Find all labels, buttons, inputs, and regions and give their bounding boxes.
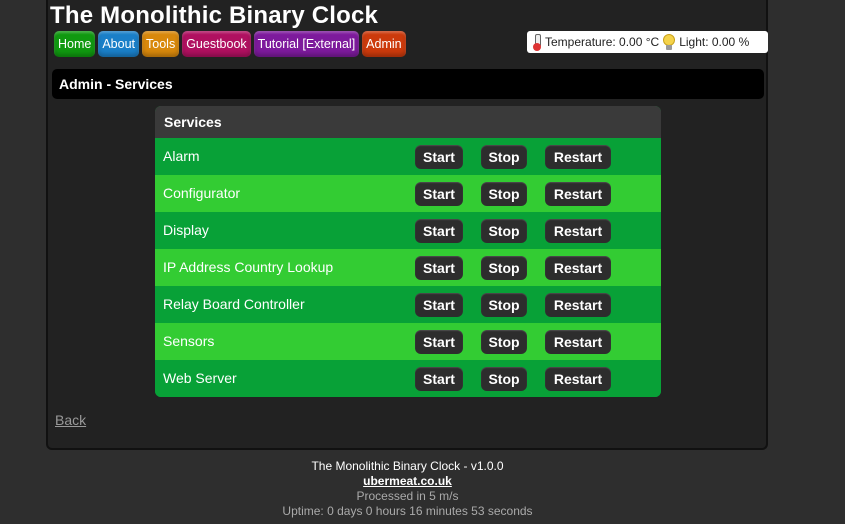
service-name: Relay Board Controller [163,296,305,312]
nav-tools-button[interactable]: Tools [142,31,180,57]
service-row: Alarm Start Stop Restart [155,138,661,175]
app-title: The Monolithic Binary Clock [50,2,379,29]
sensor-readout: Temperature: 0.00 °C Light: 0.00 % [527,31,768,53]
start-button[interactable]: Start [415,182,463,206]
services-panel-heading: Services [155,106,661,138]
services-panel: Services Alarm Start Stop Restart Configurat… [155,106,661,397]
nav-about-button[interactable]: About [98,31,140,57]
page-title: Admin - Services [52,69,764,99]
service-row: Web Server Start Stop Restart [155,360,661,397]
service-name: IP Address Country Lookup [163,259,334,275]
restart-button[interactable]: Restart [545,367,611,391]
footer-processed: Processed in 5 m/s [356,489,459,503]
nav-tutorial-button[interactable]: Tutorial [External] [253,31,360,57]
service-name: Display [163,222,209,238]
nav-guestbook-button[interactable]: Guestbook [182,31,251,57]
restart-button[interactable]: Restart [545,256,611,280]
restart-button[interactable]: Restart [545,293,611,317]
restart-button[interactable]: Restart [545,182,611,206]
start-button[interactable]: Start [415,367,463,391]
service-name: Alarm [163,148,200,164]
main-nav: Home About Tools Guestbook Tutorial [Ext… [54,31,406,57]
nav-home-button[interactable]: Home [54,31,96,57]
service-name: Sensors [163,333,215,349]
stop-button[interactable]: Stop [481,219,527,243]
service-row: Display Start Stop Restart [155,212,661,249]
footer: The Monolithic Binary Clock - v1.0.0 ube… [0,459,815,519]
lightbulb-icon [663,34,676,50]
start-button[interactable]: Start [415,145,463,169]
footer-version: The Monolithic Binary Clock - v1.0.0 [311,459,504,473]
stop-button[interactable]: Stop [481,330,527,354]
service-row: Sensors Start Stop Restart [155,323,661,360]
thermometer-icon [533,34,541,51]
restart-button[interactable]: Restart [545,330,611,354]
stop-button[interactable]: Stop [481,293,527,317]
start-button[interactable]: Start [415,219,463,243]
service-name: Web Server [163,370,237,386]
start-button[interactable]: Start [415,293,463,317]
stop-button[interactable]: Stop [481,256,527,280]
start-button[interactable]: Start [415,256,463,280]
temperature-value: Temperature: 0.00 °C [545,35,660,49]
start-button[interactable]: Start [415,330,463,354]
service-row: Relay Board Controller Start Stop Restart [155,286,661,323]
service-row: IP Address Country Lookup Start Stop Restar… [155,249,661,286]
service-name: Configurator [163,185,241,201]
restart-button[interactable]: Restart [545,219,611,243]
back-link[interactable]: Back [55,412,86,428]
light-value: Light: 0.00 % [679,35,750,49]
footer-uptime: Uptime: 0 days 0 hours 16 minutes 53 sec… [282,504,533,518]
nav-admin-button[interactable]: Admin [362,31,406,57]
stop-button[interactable]: Stop [481,367,527,391]
stop-button[interactable]: Stop [481,182,527,206]
restart-button[interactable]: Restart [545,145,611,169]
stop-button[interactable]: Stop [481,145,527,169]
footer-site-link[interactable]: ubermeat.co.uk [363,474,452,489]
service-row: Configurator Start Stop Restart [155,175,661,212]
